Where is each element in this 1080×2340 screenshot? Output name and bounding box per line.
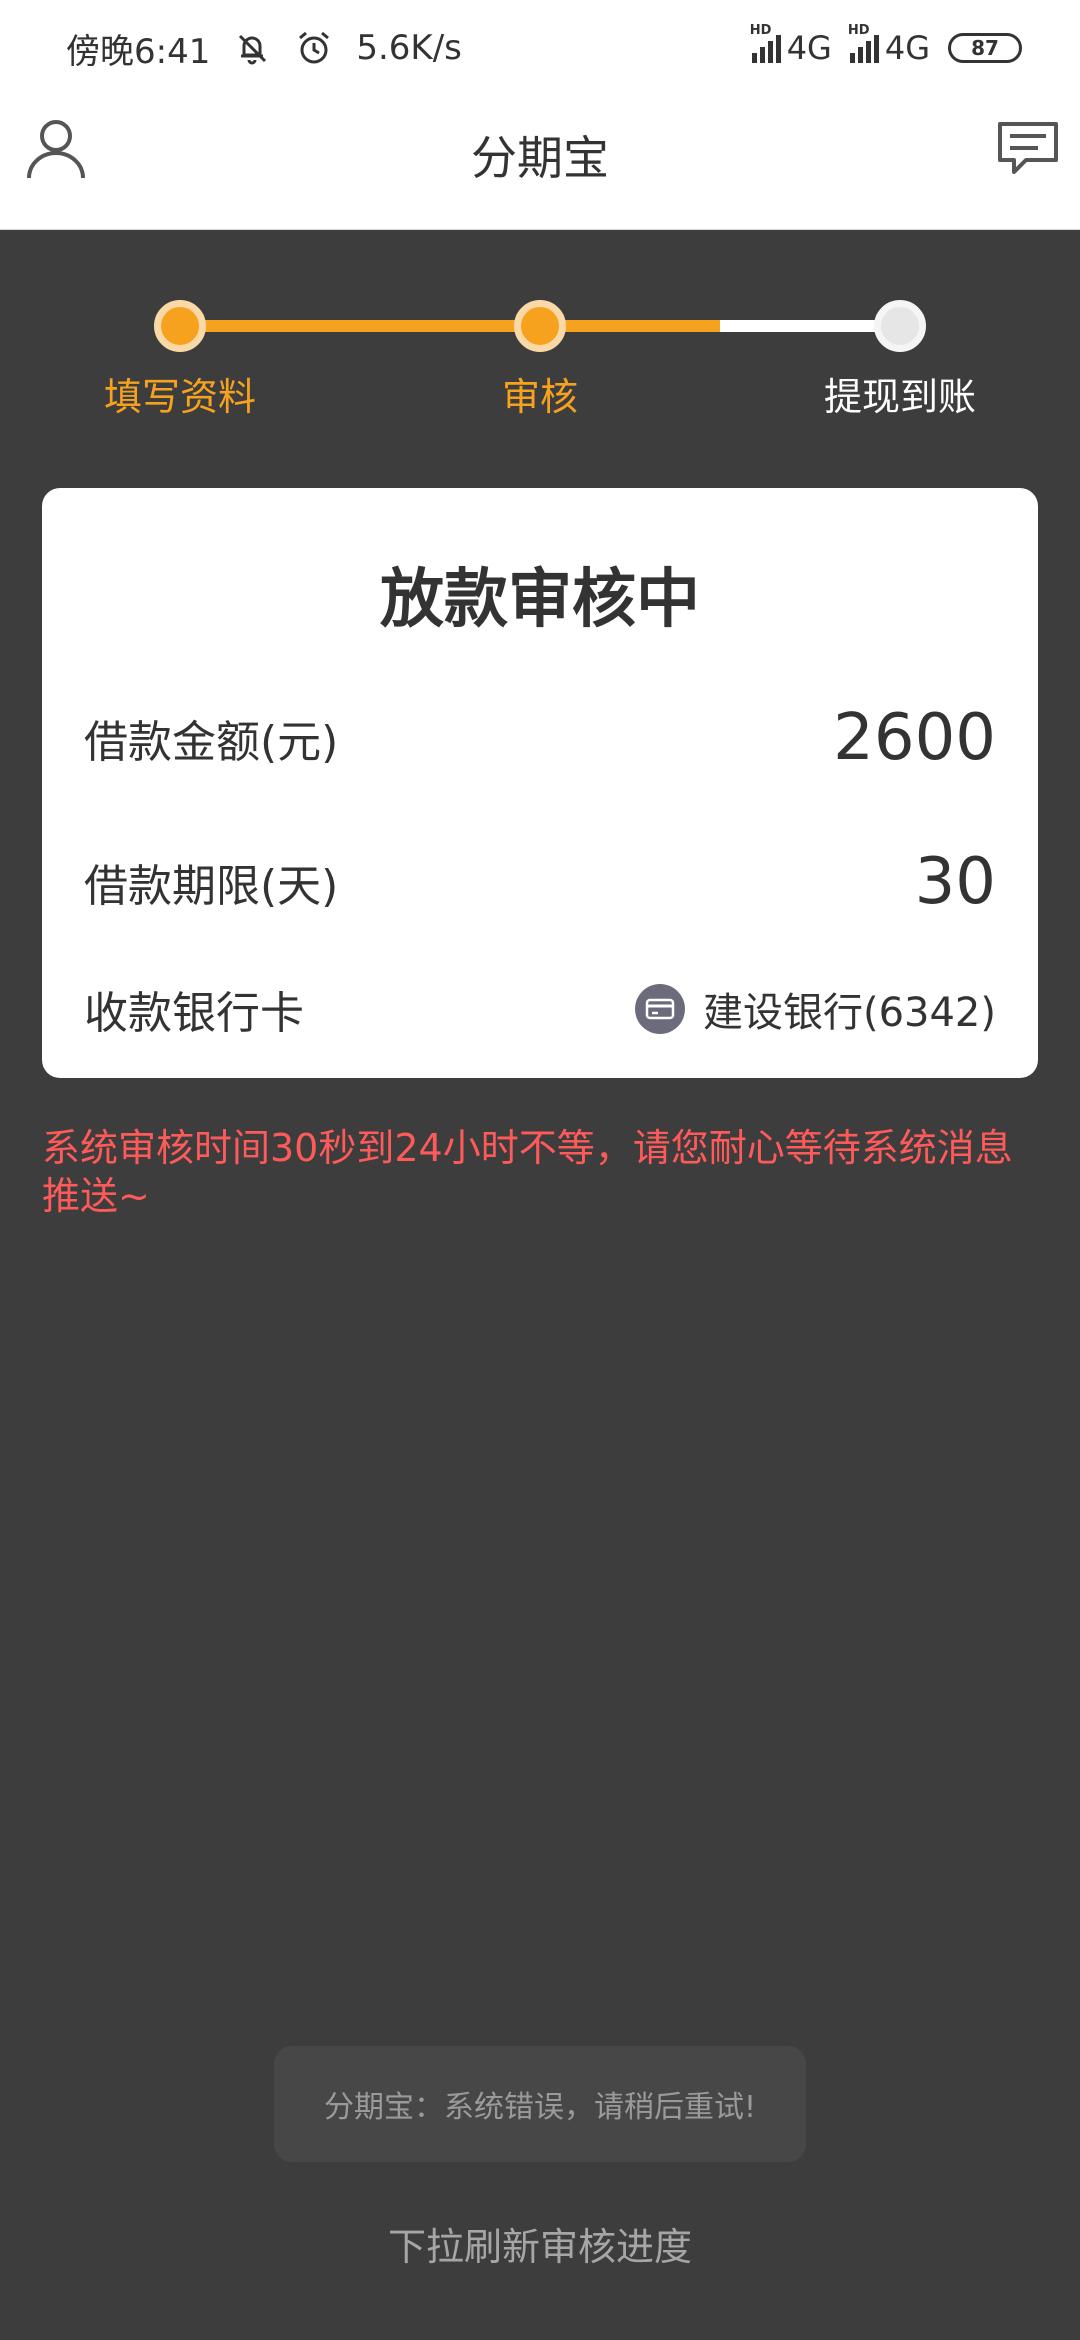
signal-icon: HD [848,23,879,63]
status-time: 傍晚6:41 [66,31,211,72]
bank-label: 收款银行卡 [84,988,304,1039]
term-value: 30 [914,845,996,919]
app-header: 分期宝 [0,96,1080,230]
step-dot-review [514,300,566,352]
card-title: 放款审核中 [380,563,700,637]
step-label-review: 审核 [501,375,578,419]
status-right: HD 4G HD 4G 87 [750,23,1022,72]
battery-level: 87 [971,36,999,60]
review-notice: 系统审核时间30秒到24小时不等，请您耐心等待系统消息推送~ [42,1126,1013,1218]
hd-badge: HD [749,23,772,38]
amount-label: 借款金额(元) [84,717,339,768]
message-icon[interactable] [996,120,1060,178]
bank-row: 收款银行卡 建设银行(6342) [84,974,996,1044]
status-left: 傍晚6:41 5.6K/s [66,24,462,72]
stepper-track-todo [720,320,900,332]
step-label-withdraw: 提现到账 [823,375,976,419]
signal-icon: HD [750,23,781,63]
screen: 傍晚6:41 5.6K/s HD 4G HD 4G 87 分期宝 填写资料 审核… [0,0,1080,2340]
page-title: 分期宝 [471,131,609,185]
status-bar: 傍晚6:41 5.6K/s HD 4G HD 4G 87 [0,0,1080,96]
term-label: 借款期限(天) [84,861,339,912]
step-dot-fill-info [154,300,206,352]
sim2-network: 4G [884,29,930,67]
stepper-track-done [180,320,720,332]
alarm-icon [299,31,330,64]
pull-refresh-hint: 下拉刷新审核进度 [387,2225,692,2269]
bank-name: 建设银行(6342) [702,990,996,1036]
loan-status-card: 放款审核中 借款金额(元) 2600 借款期限(天) 30 收款银行卡 建设银行… [42,488,1038,1078]
bell-off-icon [239,34,267,65]
step-dot-withdraw [874,300,926,352]
net-speed: 5.6K/s [356,28,462,68]
error-toast: 分期宝：系统错误，请稍后重试! [274,2046,806,2162]
toast-text: 分期宝：系统错误，请稍后重试! [323,2090,757,2125]
term-row: 借款期限(天) 30 [84,842,996,922]
amount-row: 借款金额(元) 2600 [84,698,996,778]
step-label-fill-info: 填写资料 [103,375,256,419]
battery-icon: 87 [948,33,1022,63]
amount-value: 2600 [833,701,996,775]
bank-value: 建设银行(6342) [634,980,996,1038]
hd-badge: HD [847,23,870,38]
progress-stepper: 填写资料 审核 提现到账 [0,230,1080,450]
sim1-network: 4G [786,29,832,67]
bank-card-icon [634,984,685,1034]
